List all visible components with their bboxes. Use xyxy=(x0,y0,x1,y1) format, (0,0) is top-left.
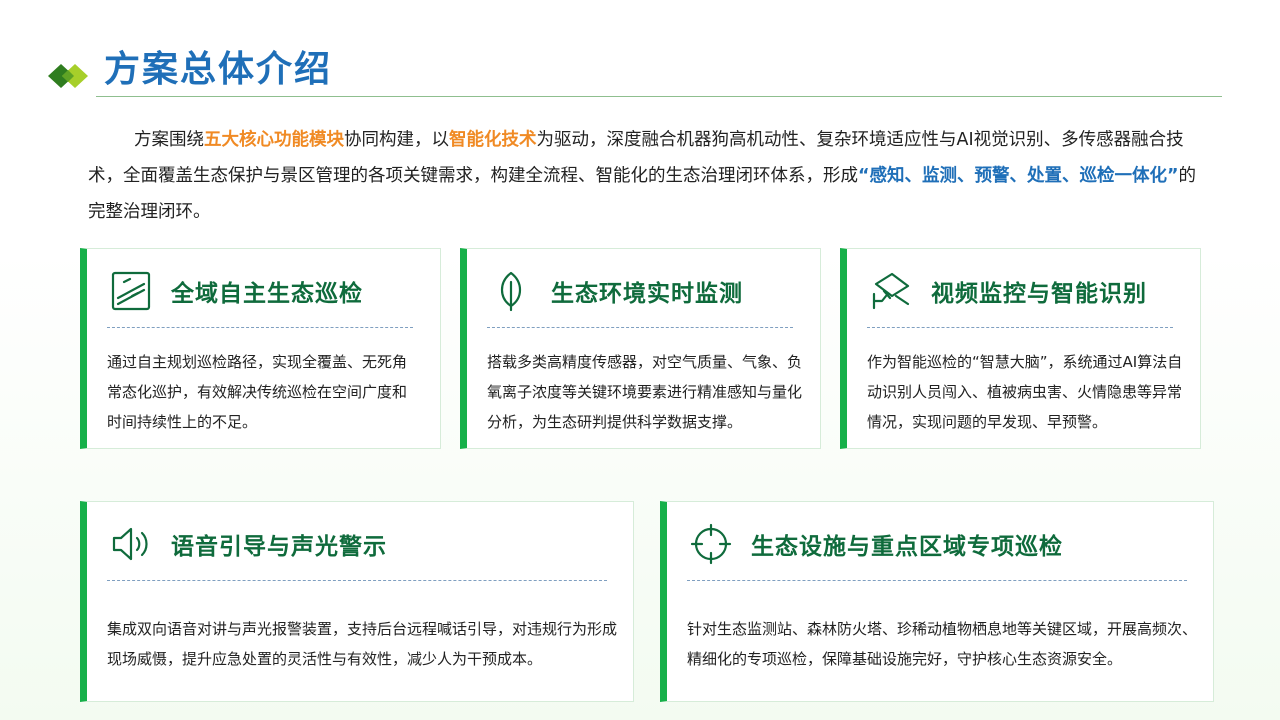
card-description: 作为智能巡检的“智慧大脑”，系统通过AI算法自动识别人员闯入、植被病虫害、火情隐… xyxy=(867,353,1183,431)
crosshair-icon xyxy=(689,522,733,566)
card-divider xyxy=(107,580,607,581)
feature-card-video: 视频监控与智能识别 作为智能巡检的“智慧大脑”，系统通过AI算法自动识别人员闯入… xyxy=(840,248,1201,449)
camera-icon xyxy=(869,269,913,313)
intro-text-2: 协同构建，以 xyxy=(344,130,449,150)
card-divider xyxy=(867,327,1173,328)
feature-card-monitoring: 生态环境实时监测 搭载多类高精度传感器，对空气质量、气象、负氧离子浓度等关键环境… xyxy=(460,248,821,449)
card-description: 集成双向语音对讲与声光报警装置，支持后台远程喊话引导，对违规行为形成现场威慑，提… xyxy=(107,620,618,668)
card-description: 通过自主规划巡检路径，实现全覆盖、无死角常态化巡护，有效解决传统巡检在空间广度和… xyxy=(107,353,408,431)
intro-text-1: 方案围绕 xyxy=(134,130,204,150)
intro-highlight-tech: 智能化技术 xyxy=(449,130,537,150)
intro-highlight-integration: “感知、监测、预警、处置、巡检一体化” xyxy=(858,166,1179,186)
card-title: 视频监控与智能识别 xyxy=(931,281,1147,307)
card-description: 针对生态监测站、森林防火塔、珍稀动植物栖息地等关键区域，开展高频次、精细化的专项… xyxy=(687,620,1198,668)
title-divider xyxy=(96,96,1222,97)
feature-card-patrol: 全域自主生态巡检 通过自主规划巡检路径，实现全覆盖、无死角常态化巡护，有效解决传… xyxy=(80,248,441,449)
card-divider xyxy=(487,327,793,328)
card-title: 语音引导与声光警示 xyxy=(171,534,387,560)
feature-card-facility: 生态设施与重点区域专项巡检 针对生态监测站、森林防火塔、珍稀动植物栖息地等关键区… xyxy=(660,501,1214,702)
card-divider xyxy=(107,327,413,328)
card-description: 搭载多类高精度传感器，对空气质量、气象、负氧离子浓度等关键环境要素进行精准感知与… xyxy=(487,353,803,431)
diamond-logo-icon xyxy=(48,64,88,88)
feature-card-voice: 语音引导与声光警示 集成双向语音对讲与声光报警装置，支持后台远程喊话引导，对违规… xyxy=(80,501,634,702)
card-divider xyxy=(687,580,1187,581)
card-title: 生态设施与重点区域专项巡检 xyxy=(751,534,1063,560)
speaker-icon xyxy=(109,522,153,566)
intro-paragraph: 方案围绕五大核心功能模块协同构建，以智能化技术为驱动，深度融合机器狗高机动性、复… xyxy=(88,122,1208,230)
road-patrol-icon xyxy=(109,269,153,313)
card-title: 生态环境实时监测 xyxy=(551,281,743,307)
card-title: 全域自主生态巡检 xyxy=(171,281,363,307)
page-title: 方案总体介绍 xyxy=(104,49,333,90)
intro-highlight-modules: 五大核心功能模块 xyxy=(204,130,344,150)
leaf-icon xyxy=(489,269,533,313)
